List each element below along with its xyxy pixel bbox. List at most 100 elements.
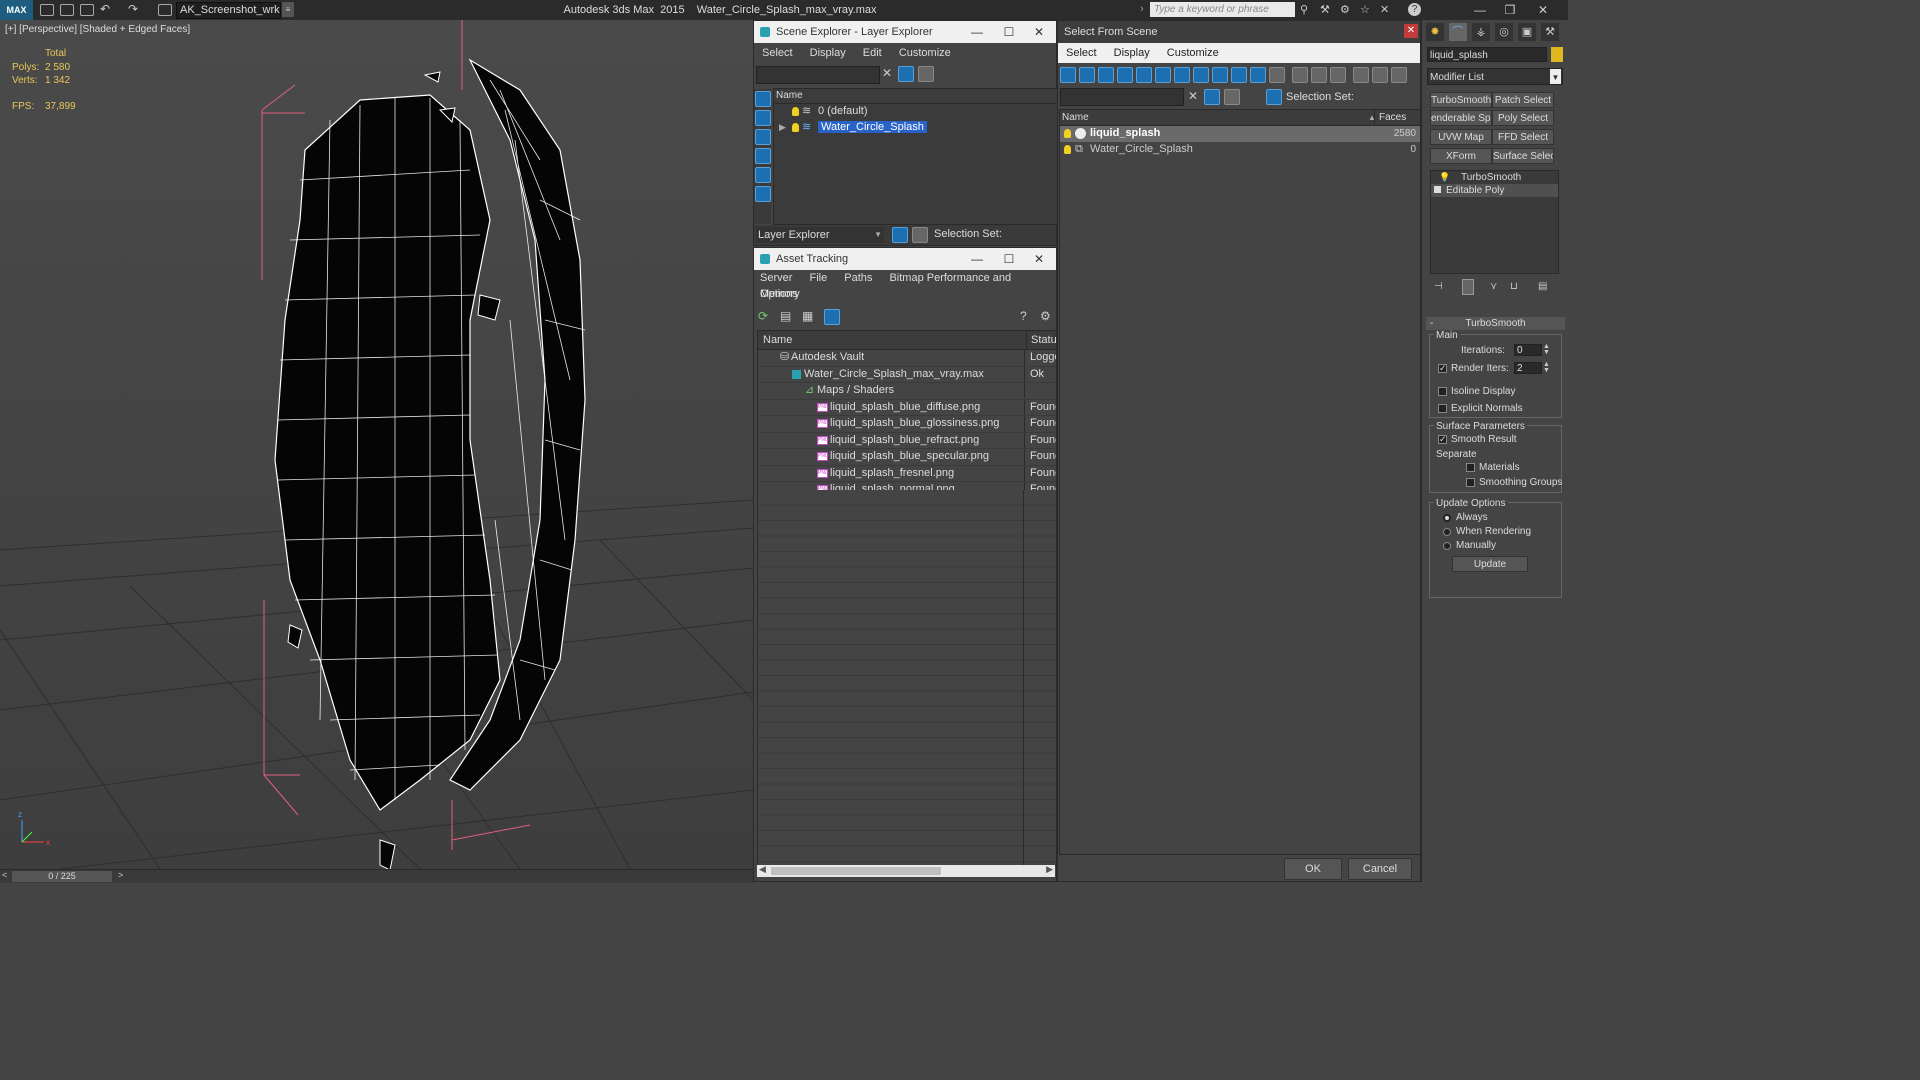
isoline-checkbox[interactable]: [1438, 387, 1447, 396]
light-bulb-icon[interactable]: [1064, 129, 1071, 138]
col-name-header[interactable]: Name: [1062, 110, 1089, 125]
surface-select-button[interactable]: Surface Select: [1492, 148, 1554, 164]
next-frame-button[interactable]: >: [118, 870, 123, 880]
table-row[interactable]: ⊿ Maps / Shaders: [758, 383, 1056, 400]
col-status-header[interactable]: Status: [1026, 331, 1056, 349]
asset-tracking-titlebar[interactable]: Asset Tracking — ☐ ✕: [754, 248, 1056, 270]
clear-search-icon[interactable]: ✕: [1188, 89, 1198, 103]
display-lights-icon[interactable]: [1098, 67, 1114, 83]
patch-select-button[interactable]: Patch Select: [1492, 92, 1554, 108]
refresh-icon[interactable]: ⟳: [758, 309, 768, 323]
scroll-right-icon[interactable]: ▶: [1046, 864, 1053, 875]
columns-icon[interactable]: [1391, 67, 1407, 83]
hierarchy-icon[interactable]: [912, 227, 928, 243]
render-iters-spinner[interactable]: 2: [1514, 362, 1542, 374]
smooth-result-checkbox[interactable]: [1438, 435, 1447, 444]
smoothing-groups-checkbox[interactable]: [1466, 478, 1475, 487]
iterations-spinner[interactable]: 0: [1514, 344, 1542, 356]
search-arrow-icon[interactable]: ›: [1140, 3, 1144, 15]
display-helpers-icon[interactable]: [1136, 67, 1152, 83]
favorites-star-icon[interactable]: ☆: [1360, 3, 1370, 16]
table-row[interactable]: PNG liquid_splash_blue_glossiness.png Fo…: [758, 416, 1056, 433]
menu-display[interactable]: Display: [1114, 47, 1150, 59]
redo-icon[interactable]: ↷: [128, 2, 138, 16]
select-invert-icon[interactable]: [1330, 67, 1346, 83]
maximize-icon[interactable]: ☐: [994, 248, 1024, 270]
always-radio[interactable]: [1443, 514, 1451, 522]
table-row[interactable]: PNG liquid_splash_blue_diffuse.png Found: [758, 399, 1056, 416]
horizontal-scrollbar[interactable]: ◀ ▶: [757, 864, 1055, 877]
display-frozen-icon[interactable]: [1250, 67, 1266, 83]
list-view-icon[interactable]: ▤: [780, 309, 791, 323]
display-groups-icon[interactable]: [1174, 67, 1190, 83]
thumbnail-view-icon[interactable]: ▦: [802, 309, 813, 323]
display-warps-icon[interactable]: [1155, 67, 1171, 83]
motion-tab-icon[interactable]: ◎: [1495, 23, 1513, 41]
freeze-tool-icon[interactable]: [755, 129, 771, 145]
update-button[interactable]: Update: [1452, 556, 1528, 572]
layer-row[interactable]: ▶ ≋ Water_Circle_Splash: [774, 120, 1057, 136]
scrollbar-thumb[interactable]: [771, 867, 941, 875]
light-bulb-icon[interactable]: [792, 122, 799, 132]
scene-explorer-titlebar[interactable]: Scene Explorer - Layer Explorer — ☐ ✕: [754, 21, 1056, 43]
table-row[interactable]: PNG liquid_splash_fresnel.png Found: [758, 465, 1056, 482]
exchange-icon[interactable]: ✕: [1380, 3, 1389, 16]
light-bulb-icon[interactable]: 💡: [1439, 171, 1450, 184]
pin-stack-icon[interactable]: ⊣: [1434, 281, 1443, 292]
perspective-viewport[interactable]: [+] [Perspective] [Shaded + Edged Faces]…: [0, 20, 753, 869]
asset-settings-icon[interactable]: ⚙: [1040, 309, 1051, 323]
renderable-spline-button[interactable]: enderable Spli: [1430, 110, 1492, 126]
explorer-type-dropdown[interactable]: Layer Explorer ▼: [756, 227, 884, 243]
display-bones-icon[interactable]: [1212, 67, 1228, 83]
clear-search-icon[interactable]: ✕: [882, 66, 892, 80]
project-folder-icon[interactable]: [158, 4, 172, 16]
help-icon[interactable]: ?: [1408, 3, 1421, 16]
new-file-icon[interactable]: [40, 4, 54, 16]
menu-select[interactable]: Select: [1066, 47, 1097, 59]
modify-tab-icon[interactable]: ⌒: [1449, 23, 1467, 41]
display-xrefs-icon[interactable]: [1193, 67, 1209, 83]
menu-customize[interactable]: Customize: [1167, 47, 1219, 59]
modifier-list-dropdown[interactable]: Modifier List ▼: [1427, 68, 1563, 85]
light-bulb-icon[interactable]: [1064, 145, 1071, 154]
prev-frame-button[interactable]: <: [2, 870, 7, 880]
layer-name-header[interactable]: Name: [774, 89, 1057, 104]
select-search-input[interactable]: [1060, 88, 1184, 106]
filter-icon[interactable]: [1204, 89, 1220, 105]
remove-modifier-icon[interactable]: ⊔: [1510, 281, 1518, 292]
time-slider[interactable]: 0 / 225: [12, 871, 112, 882]
expand-arrow-icon[interactable]: ▶: [779, 120, 786, 136]
display-tab-icon[interactable]: ▣: [1518, 23, 1536, 41]
table-row[interactable]: ⛁ Autodesk Vault Logged: [758, 350, 1056, 367]
restore-icon[interactable]: ❐: [1497, 0, 1523, 20]
menu-file[interactable]: File: [809, 272, 827, 284]
minimize-icon[interactable]: —: [962, 21, 992, 43]
show-end-result-icon[interactable]: [1462, 279, 1474, 295]
hierarchy-tab-icon[interactable]: ⚶: [1472, 23, 1490, 41]
display-geometry-icon[interactable]: [1060, 67, 1076, 83]
layer-options-icon[interactable]: [918, 66, 934, 82]
tools-icon[interactable]: ⚒: [1320, 3, 1330, 16]
keyword-search-input[interactable]: Type a keyword or phrase: [1150, 2, 1295, 17]
table-row[interactable]: PNG liquid_splash_blue_refract.png Found: [758, 432, 1056, 449]
object-row[interactable]: ⧉ Water_Circle_Splash 0: [1060, 142, 1420, 158]
stack-item[interactable]: Editable Poly: [1431, 184, 1558, 197]
save-file-icon[interactable]: [80, 4, 94, 16]
close-icon[interactable]: ✕: [1404, 24, 1418, 38]
filter-icon[interactable]: [898, 66, 914, 82]
binoculars-icon[interactable]: ⚲: [1300, 3, 1308, 16]
close-icon[interactable]: ✕: [1530, 0, 1556, 20]
layer-toggle-icon[interactable]: [1224, 89, 1240, 105]
workspace-dropdown[interactable]: AK_Screenshot_wrksp: [176, 2, 281, 19]
configure-sets-icon[interactable]: ▤: [1538, 281, 1547, 292]
undo-icon[interactable]: ↶: [100, 2, 110, 16]
manually-radio[interactable]: [1443, 542, 1451, 550]
utilities-tab-icon[interactable]: ⚒: [1541, 23, 1559, 41]
render-iters-checkbox[interactable]: [1438, 364, 1447, 373]
table-view-icon[interactable]: [824, 309, 840, 325]
when-rendering-radio[interactable]: [1443, 528, 1451, 536]
layer-view-icon[interactable]: [892, 227, 908, 243]
col-faces-header[interactable]: Faces: [1374, 110, 1406, 125]
materials-checkbox[interactable]: [1466, 463, 1475, 472]
turbosmooth-button[interactable]: TurboSmooth: [1430, 92, 1492, 108]
